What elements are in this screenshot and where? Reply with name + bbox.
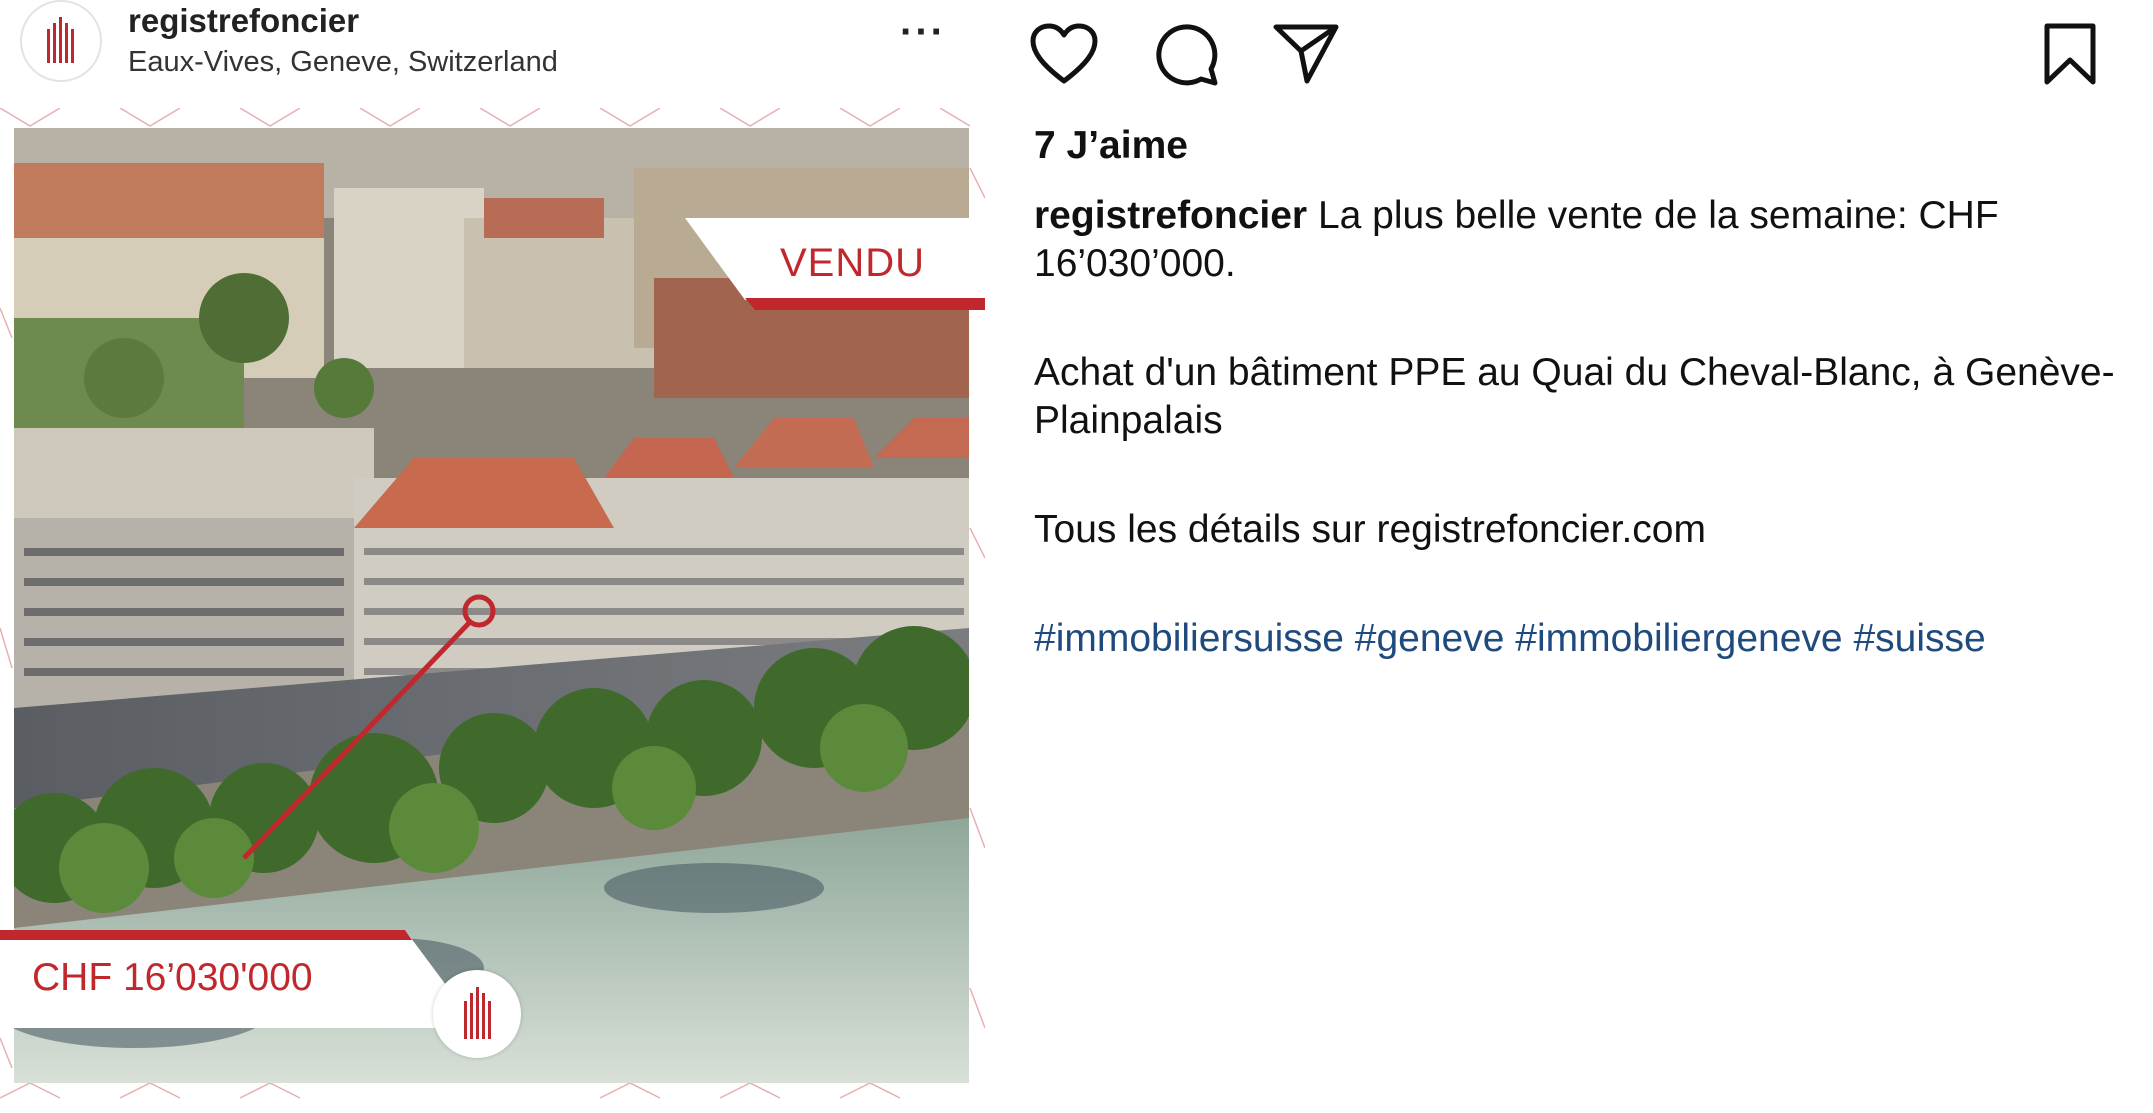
hashtag-link[interactable]: #immobiliersuisse (1034, 617, 1344, 660)
bookmark-icon (2044, 23, 2096, 85)
caption-line-2: Achat d'un bâtiment PPE au Quai du Cheva… (1034, 351, 2115, 442)
post-location[interactable]: Eaux-Vives, Geneve, Switzerland (128, 46, 558, 79)
save-button[interactable] (2034, 18, 2106, 90)
share-button[interactable] (1270, 18, 1342, 90)
post-username[interactable]: registrefoncier (128, 2, 359, 40)
price-label: CHF 16’030'000 (32, 956, 313, 999)
caption-username[interactable]: registrefoncier (1034, 194, 1307, 237)
hashtag-link[interactable]: #suisse (1853, 617, 1985, 660)
watermark-logo (433, 970, 521, 1058)
sold-label: VENDU (779, 241, 925, 285)
hashtags: #immobiliersuisse #geneve #immobiliergen… (1034, 615, 2124, 663)
comment-icon (1156, 24, 1218, 86)
caption-first-paragraph: registrefoncier La plus belle vente de l… (1034, 192, 2124, 288)
more-options-button[interactable]: ··· (900, 10, 946, 55)
likes-count[interactable]: 7 J’aime (1034, 124, 1188, 168)
registrefoncier-logo-icon (47, 17, 74, 63)
like-button[interactable] (1028, 18, 1100, 90)
post-caption: registrefoncier La plus belle vente de l… (1034, 192, 2124, 724)
caption-line-3: Tous les détails sur registrefoncier.com (1034, 508, 1706, 551)
hashtag-link[interactable]: #immobiliergeneve (1515, 617, 1842, 660)
share-icon (1273, 24, 1339, 84)
hashtag-link[interactable]: #geneve (1355, 617, 1505, 660)
post-image[interactable]: VENDU CHF 16’030'000 (0, 108, 985, 1113)
profile-avatar[interactable] (20, 0, 102, 82)
comment-button[interactable] (1150, 18, 1222, 90)
heart-icon (1030, 23, 1098, 84)
registrefoncier-watermark-icon (464, 987, 491, 1039)
